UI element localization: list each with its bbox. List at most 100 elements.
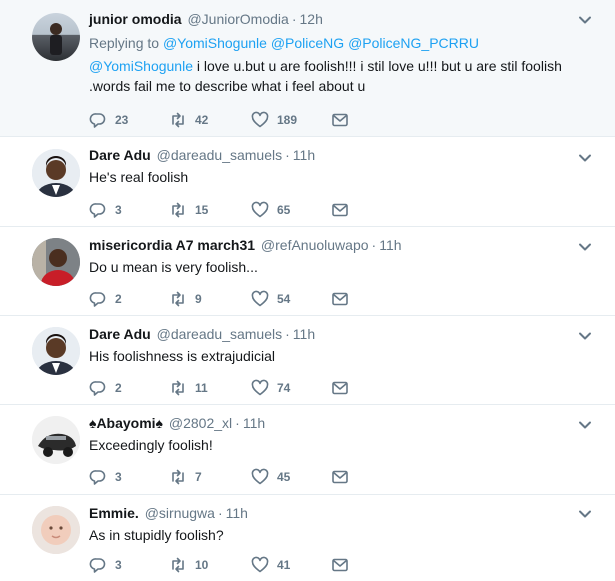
dm-button[interactable] (331, 110, 349, 130)
like-button[interactable]: 74 (251, 378, 290, 398)
author-name[interactable]: misericordia A7 march31 (89, 237, 255, 253)
dm-button[interactable] (331, 555, 349, 575)
reply-button[interactable]: 2 (89, 289, 122, 309)
separator-dot: · (285, 326, 290, 342)
tweet[interactable]: ♠Abayomi♠ @2802_xl · 11h Exceedingly fooli… (0, 405, 615, 495)
author-name[interactable]: Emmie. (89, 505, 139, 521)
tweet[interactable]: junior omodia @JuniorOmodia · 12h Replying… (0, 0, 615, 137)
reply-button[interactable]: 2 (89, 378, 122, 398)
like-count: 65 (277, 203, 291, 217)
replying-to-mention[interactable]: @YomiShogunle (163, 35, 267, 51)
author-handle[interactable]: @refAnuoluwapo (261, 237, 369, 253)
chevron-down-icon[interactable] (577, 150, 593, 166)
replying-to-context: Replying to @YomiShogunle @PoliceNG @Pol… (89, 33, 595, 53)
dm-button[interactable] (331, 289, 349, 309)
reply-button[interactable]: 23 (89, 110, 128, 130)
retweet-count: 9 (195, 292, 202, 306)
timestamp[interactable]: 11h (293, 147, 315, 163)
tweet-mention[interactable]: @YomiShogunle (89, 58, 193, 74)
author-name[interactable]: Dare Adu (89, 147, 151, 163)
heart-icon (251, 290, 269, 307)
retweet-icon (172, 469, 184, 485)
like-count: 45 (277, 470, 291, 484)
author-handle[interactable]: @sirnugwa (145, 505, 215, 521)
avatar-figure-icon (32, 149, 80, 197)
reply-button[interactable]: 3 (89, 467, 122, 487)
retweet-button[interactable]: 15 (169, 200, 208, 220)
author-handle[interactable]: @JuniorOmodia (187, 11, 288, 27)
avatar[interactable] (32, 238, 80, 286)
author-name[interactable]: junior omodia (89, 11, 182, 27)
like-button[interactable]: 65 (251, 200, 290, 220)
chevron-down-icon[interactable] (577, 417, 593, 433)
timestamp[interactable]: 11h (243, 415, 265, 431)
replying-to-label: Replying to (89, 35, 160, 51)
reply-count: 23 (115, 113, 129, 127)
envelope-icon (332, 292, 348, 306)
retweet-button[interactable]: 42 (169, 110, 208, 130)
avatar-figure-icon (32, 416, 80, 464)
retweet-count: 7 (195, 470, 202, 484)
reply-icon (89, 113, 106, 128)
timestamp[interactable]: 12h (300, 11, 323, 27)
avatar[interactable] (32, 327, 80, 375)
like-button[interactable]: 45 (251, 467, 290, 487)
retweet-button[interactable]: 7 (169, 467, 202, 487)
heart-icon (251, 468, 269, 485)
author-name[interactable]: Dare Adu (89, 326, 151, 342)
replying-to-mention[interactable]: @PoliceNG (271, 35, 344, 51)
chevron-down-icon[interactable] (577, 239, 593, 255)
retweet-count: 10 (195, 558, 209, 572)
chevron-down-icon[interactable] (577, 328, 593, 344)
retweet-button[interactable]: 9 (169, 289, 202, 309)
avatar[interactable] (32, 13, 80, 61)
like-button[interactable]: 54 (251, 289, 290, 309)
tweet[interactable]: Dare Adu @dareadu_samuels · 11h He's real … (0, 137, 615, 227)
reply-button[interactable]: 3 (89, 555, 122, 575)
author-handle[interactable]: @dareadu_samuels (157, 326, 283, 342)
replying-to-mention[interactable]: @PoliceNG_PCRRU (348, 35, 479, 51)
envelope-icon (332, 381, 348, 395)
tweet[interactable]: misericordia A7 march31 @refAnuoluwapo · 1… (0, 227, 615, 316)
retweet-count: 11 (195, 381, 208, 395)
tweet[interactable]: Dare Adu @dareadu_samuels · 11h His foolis… (0, 316, 615, 405)
reply-icon (89, 470, 106, 485)
retweet-icon (172, 112, 184, 128)
tweet[interactable]: Emmie. @sirnugwa · 11h As in stupidly fool… (0, 495, 615, 581)
tweet-text: Do u mean is very foolish... (89, 259, 258, 275)
timestamp[interactable]: 11h (293, 326, 315, 342)
dm-button[interactable] (331, 467, 349, 487)
avatar-figure-icon (32, 238, 80, 286)
retweet-button[interactable]: 11 (169, 378, 208, 398)
dm-button[interactable] (331, 200, 349, 220)
like-button[interactable]: 189 (251, 110, 297, 130)
author-handle[interactable]: @2802_xl (169, 415, 232, 431)
envelope-icon (332, 558, 348, 572)
like-count: 189 (277, 113, 298, 127)
dm-button[interactable] (331, 378, 349, 398)
author-name[interactable]: ♠Abayomi♠ (89, 415, 163, 431)
avatar[interactable] (32, 416, 80, 464)
timestamp[interactable]: 11h (379, 237, 401, 253)
retweet-count: 42 (195, 113, 209, 127)
timestamp[interactable]: 11h (226, 505, 248, 521)
reply-count: 3 (115, 558, 122, 572)
retweet-button[interactable]: 10 (169, 555, 208, 575)
heart-icon (251, 556, 269, 573)
reply-icon (89, 203, 106, 218)
chevron-down-icon[interactable] (577, 506, 593, 522)
heart-icon (251, 379, 269, 396)
chevron-down-icon[interactable] (577, 12, 593, 28)
author-handle[interactable]: @dareadu_samuels (157, 147, 283, 163)
like-count: 41 (277, 558, 291, 572)
like-count: 54 (277, 292, 291, 306)
reply-count: 2 (115, 292, 122, 306)
reply-button[interactable]: 3 (89, 200, 122, 220)
avatar-figure-icon (50, 23, 62, 55)
avatar[interactable] (32, 506, 80, 554)
separator-dot: · (235, 415, 240, 431)
reply-count: 3 (115, 203, 122, 217)
envelope-icon (332, 470, 348, 484)
like-button[interactable]: 41 (251, 555, 290, 575)
avatar[interactable] (32, 149, 80, 197)
